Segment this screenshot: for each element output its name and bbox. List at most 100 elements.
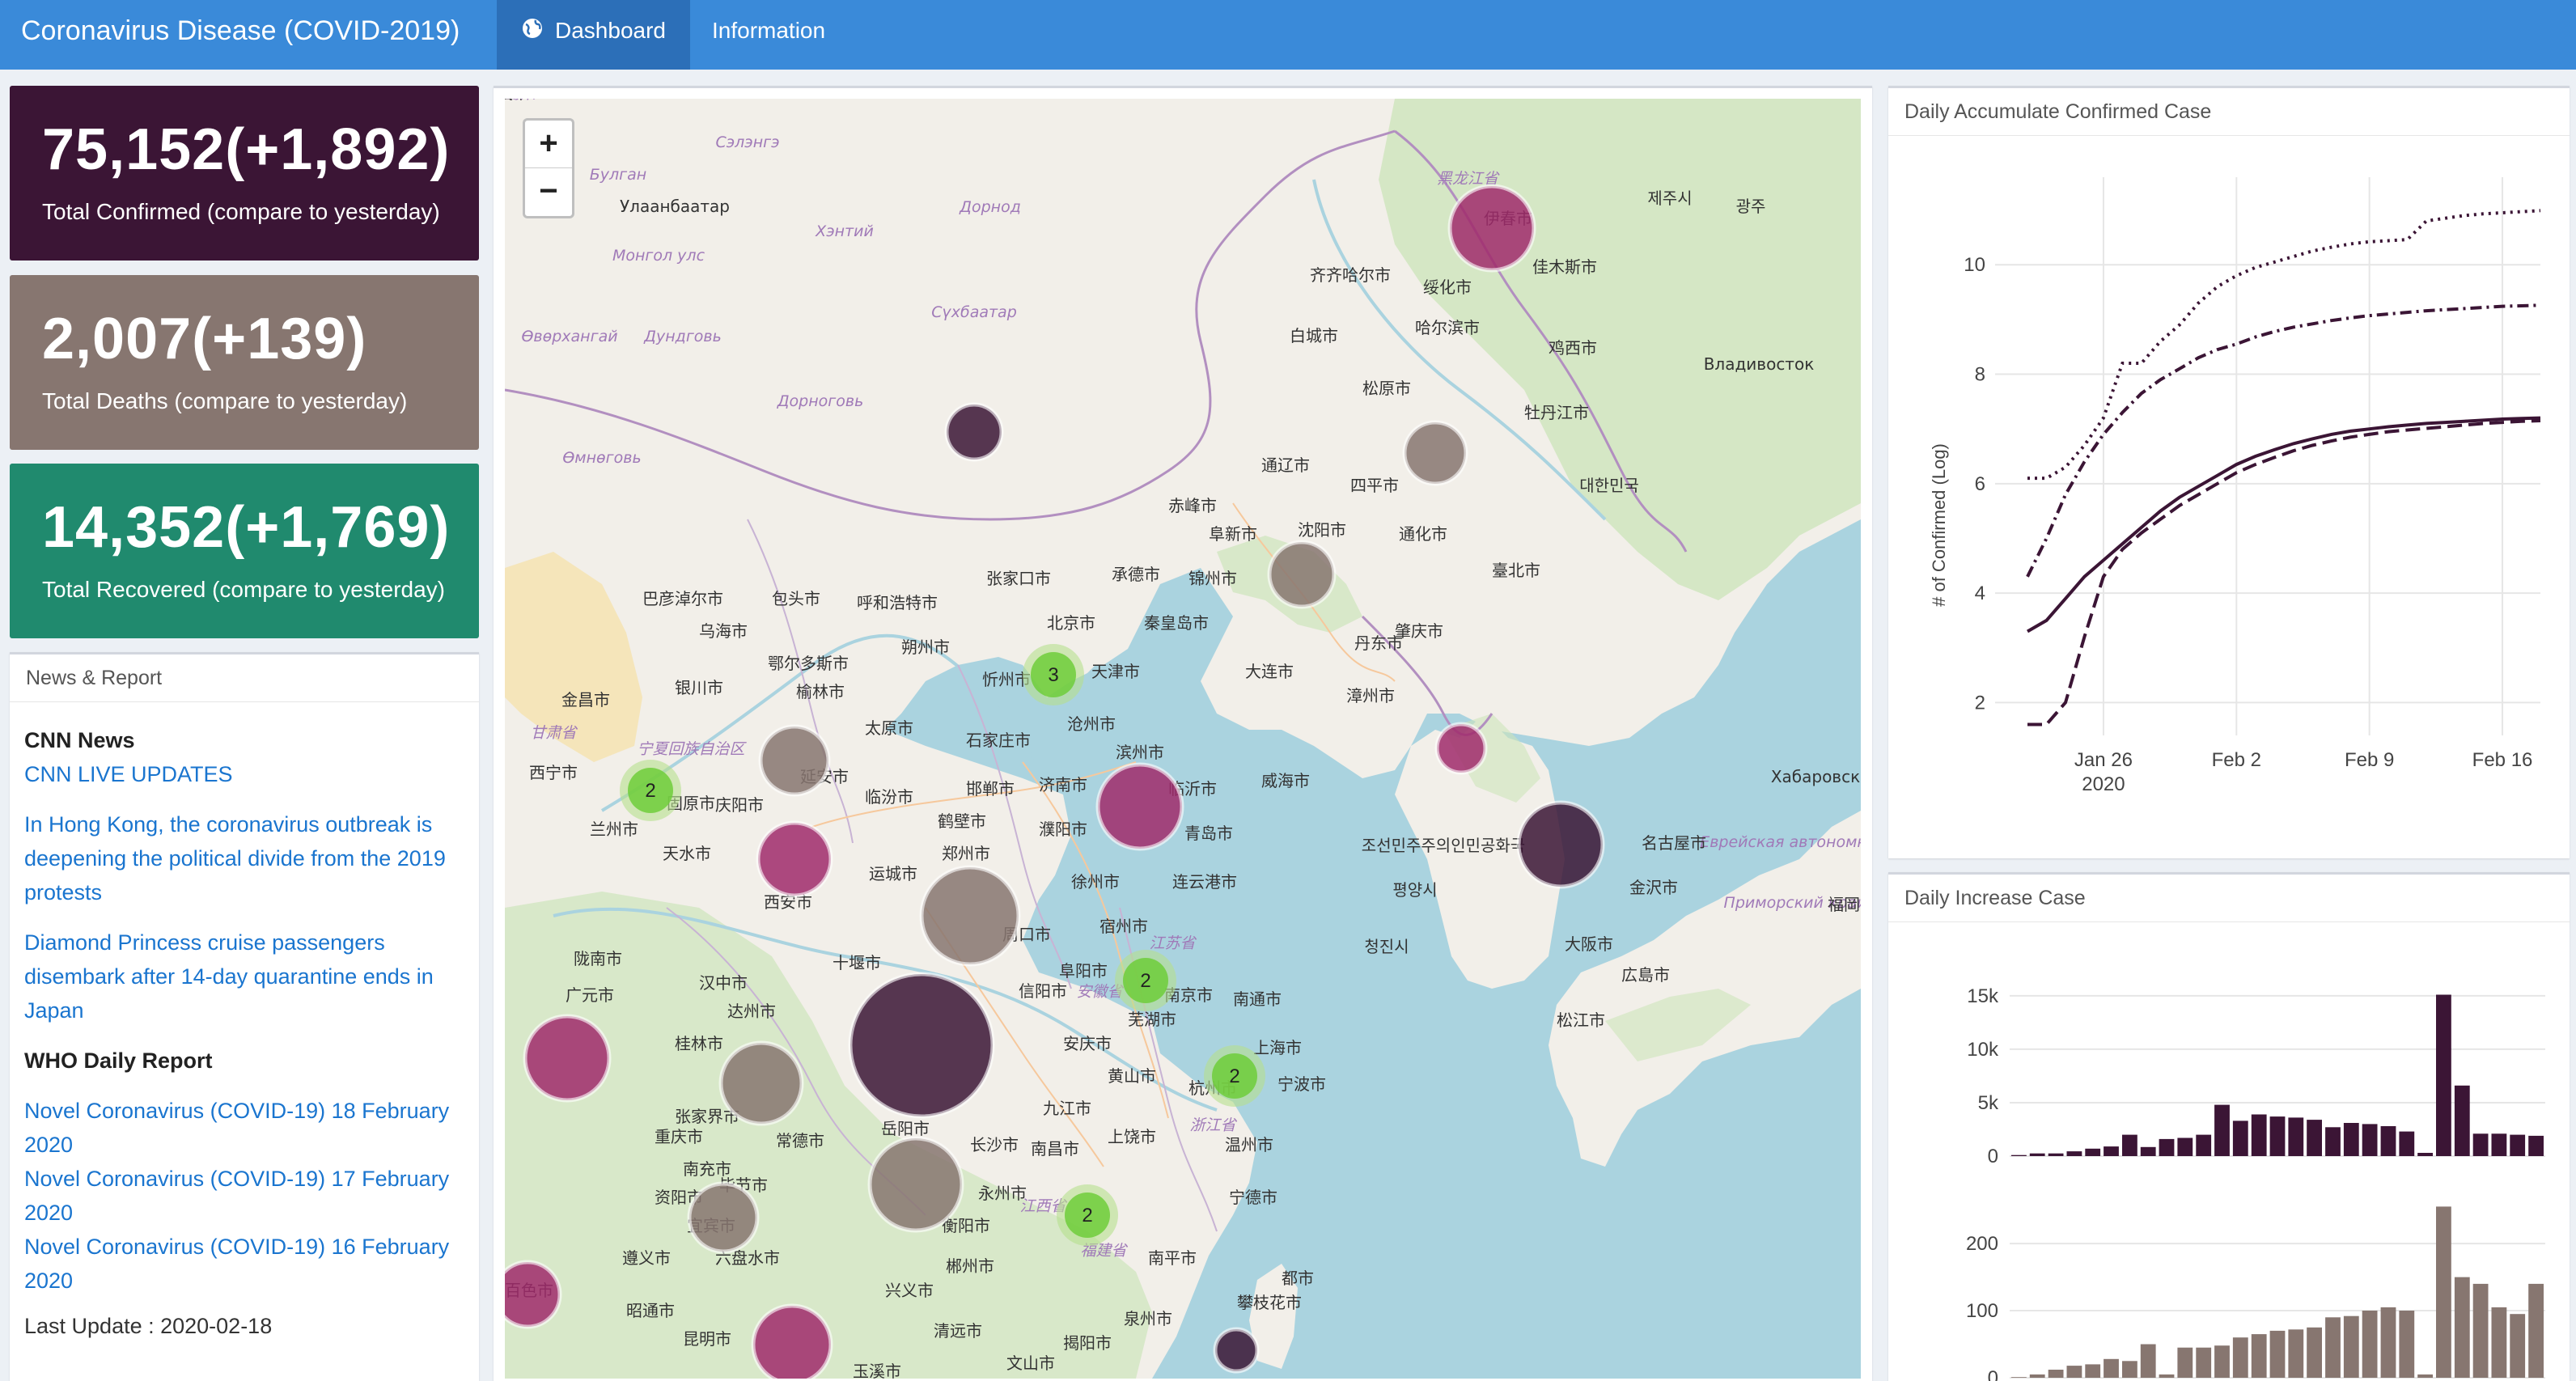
bar[interactable] (2029, 1374, 2045, 1378)
bar[interactable] (2510, 1134, 2526, 1156)
case-bubble[interactable] (848, 972, 995, 1119)
map-place-label: 名古屋市 (1642, 833, 1706, 853)
accumulate-chart[interactable]: 2 4 6 8 10 Jan 262020 Feb 2 Feb 9 Feb 16 # of Co… (1888, 137, 2570, 857)
bar[interactable] (2399, 1311, 2415, 1378)
case-bubble[interactable] (1213, 1327, 1260, 1374)
zoom-out-button[interactable]: − (525, 168, 572, 215)
bar[interactable] (2177, 1137, 2193, 1157)
bar[interactable] (2325, 1317, 2341, 1378)
case-bubble[interactable] (1267, 540, 1337, 609)
case-bubble[interactable] (756, 820, 833, 898)
bar[interactable] (2232, 1337, 2248, 1378)
app-title[interactable]: Coronavirus Disease (COVID-2019) (21, 0, 460, 70)
bar[interactable] (2491, 1307, 2507, 1378)
case-bubble[interactable] (505, 1260, 562, 1329)
bar[interactable] (2288, 1117, 2304, 1156)
bar[interactable] (2362, 1124, 2378, 1156)
bar[interactable] (2122, 1134, 2137, 1156)
bar[interactable] (2251, 1334, 2267, 1378)
bar[interactable] (2066, 1366, 2082, 1378)
bar[interactable] (2472, 1133, 2489, 1156)
bar[interactable] (2104, 1146, 2119, 1156)
case-bubble[interactable] (758, 724, 831, 797)
case-bubble[interactable] (944, 402, 1004, 462)
bar[interactable] (2159, 1138, 2175, 1156)
map-canvas[interactable]: Улаанбаатар Монгол улс Сүхбаатар Дорнод Хэнт… (505, 99, 1861, 1379)
news-link[interactable]: In Hong Kong, the coronavirus outbreak i… (24, 807, 464, 909)
news-link[interactable]: Diamond Princess cruise passengers disem… (24, 926, 464, 1027)
map[interactable]: Улаанбаатар Монгол улс Сүхбаатар Дорнод Хэнт… (505, 99, 1861, 1379)
bar[interactable] (2196, 1347, 2212, 1378)
bar[interactable] (2029, 1153, 2045, 1156)
case-bubble[interactable] (919, 865, 1021, 967)
bar[interactable] (2122, 1361, 2137, 1378)
bar[interactable] (2528, 1283, 2544, 1378)
bar[interactable] (2196, 1134, 2212, 1156)
bar[interactable] (2510, 1314, 2526, 1378)
case-bubble[interactable] (751, 1303, 833, 1379)
bar[interactable] (2232, 1120, 2248, 1156)
bar[interactable] (2214, 1104, 2230, 1156)
case-bubble[interactable] (867, 1136, 964, 1233)
bar[interactable] (2399, 1131, 2415, 1156)
bar[interactable] (2454, 1277, 2470, 1378)
bar[interactable] (2362, 1311, 2378, 1378)
news-link[interactable]: Novel Coronavirus (COVID-19) 18 February… (24, 1094, 464, 1162)
map-place-label: 昭通市 (626, 1301, 675, 1320)
bar[interactable] (2343, 1315, 2359, 1378)
bar[interactable] (2214, 1345, 2230, 1378)
case-bubble[interactable] (718, 1040, 804, 1126)
bar[interactable] (2140, 1146, 2156, 1156)
tab-dashboard[interactable]: Dashboard (497, 0, 690, 70)
bar[interactable] (2417, 1374, 2433, 1378)
bar[interactable] (2011, 1154, 2027, 1156)
series-line[interactable] (2026, 416, 2541, 633)
bar[interactable] (2436, 1206, 2451, 1378)
bar[interactable] (2380, 1307, 2396, 1378)
news-link[interactable]: Novel Coronavirus (COVID-19) 17 February… (24, 1162, 464, 1230)
bar[interactable] (2417, 1153, 2433, 1156)
bar[interactable] (2454, 1085, 2470, 1156)
bar[interactable] (2528, 1135, 2544, 1156)
case-bubble[interactable] (1447, 184, 1536, 273)
news-link[interactable]: CNN LIVE UPDATES (24, 757, 464, 791)
bar[interactable] (2288, 1329, 2304, 1378)
case-bubble[interactable] (1095, 762, 1184, 851)
bar[interactable] (2048, 1370, 2064, 1378)
case-bubble[interactable] (1516, 800, 1605, 889)
bar[interactable] (2066, 1151, 2082, 1156)
increase-chart[interactable]: 0 5k 10k 15k 0 100 200 (1888, 923, 2570, 1381)
bar[interactable] (2048, 1153, 2064, 1156)
bar[interactable] (2159, 1374, 2175, 1378)
bar[interactable] (2472, 1283, 2489, 1378)
bar[interactable] (2325, 1127, 2341, 1156)
bar[interactable] (2307, 1120, 2322, 1156)
bar[interactable] (2491, 1133, 2507, 1156)
x-tick-label: Feb 16 (2472, 749, 2533, 771)
news-link[interactable]: Novel Coronavirus (COVID-19) 16 February… (24, 1230, 464, 1298)
case-bubble[interactable] (1402, 420, 1468, 486)
series-line[interactable] (2026, 303, 2541, 578)
zoom-in-button[interactable]: + (525, 121, 572, 168)
bar[interactable] (2011, 1377, 2027, 1378)
bar[interactable] (2251, 1114, 2267, 1157)
bar[interactable] (2177, 1347, 2193, 1378)
bar[interactable] (2307, 1327, 2322, 1378)
bar[interactable] (2104, 1358, 2119, 1378)
map-place-label: 兰州市 (590, 820, 638, 839)
case-bubble[interactable] (523, 1014, 612, 1103)
series-line[interactable] (2027, 209, 2541, 481)
bar[interactable] (2269, 1330, 2286, 1378)
case-bubble[interactable] (1434, 722, 1488, 775)
bar[interactable] (2436, 994, 2451, 1157)
tab-information[interactable]: Information (688, 0, 849, 70)
bar[interactable] (2085, 1148, 2101, 1156)
bar[interactable] (2343, 1123, 2359, 1156)
bar[interactable] (2380, 1126, 2396, 1156)
series-line[interactable] (2027, 419, 2541, 727)
bar[interactable] (2085, 1364, 2101, 1378)
bar[interactable] (2269, 1116, 2286, 1156)
bar[interactable] (2140, 1344, 2156, 1379)
case-bubble[interactable] (687, 1181, 760, 1254)
map-place-label: 松原市 (1362, 379, 1411, 398)
